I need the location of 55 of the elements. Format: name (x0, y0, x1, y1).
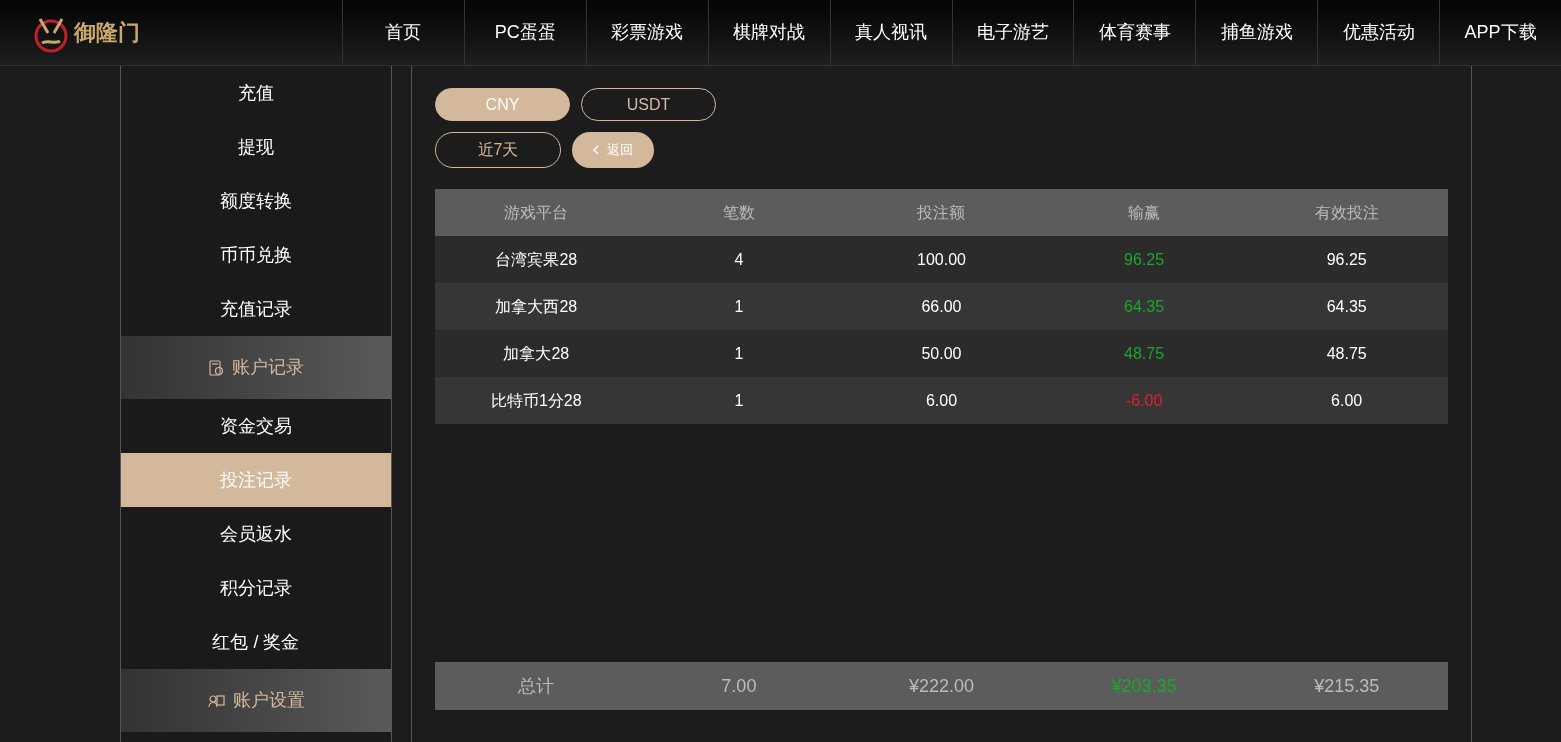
sidebar-item[interactable]: 充值记录 (121, 282, 391, 336)
sidebar-item[interactable]: 额度转换 (121, 174, 391, 228)
sidebar-item[interactable]: 币币兑换 (121, 228, 391, 282)
sidebar-item[interactable]: 充值 (121, 66, 391, 120)
nav-link[interactable]: APP下载 (1439, 0, 1561, 65)
table-cell-text: 6.00 (924, 390, 959, 411)
nav-link[interactable]: 棋牌对战 (707, 0, 830, 65)
total-cell-text: ¥222.00 (907, 674, 975, 698)
sidebar-item[interactable]: 提现 (121, 120, 391, 174)
nav-link[interactable]: 优惠活动 (1317, 0, 1440, 65)
document-icon (208, 359, 224, 376)
table-cell-text: 48.75 (1325, 343, 1368, 364)
nav-link[interactable]: 体育赛事 (1073, 0, 1196, 65)
table-cell-text: 加拿大28 (502, 343, 571, 364)
table-cell-text: 1 (733, 390, 745, 411)
table-cell-text: 66.00 (920, 296, 963, 317)
table-cell-text: 1 (733, 343, 745, 364)
table-cell-text: 6.00 (1330, 390, 1364, 411)
table-cell-text: -6.00 (1124, 390, 1164, 411)
user-card-icon (207, 693, 225, 708)
total-cell-text: ¥203.35 (1110, 674, 1178, 698)
column-header: 投注额 (916, 202, 967, 223)
table-cell-text: 96.25 (1123, 249, 1166, 270)
section-label: 账户记录 (231, 356, 304, 379)
logo-text: 御隆门 (74, 19, 140, 47)
table-cell-text: 64.35 (1325, 296, 1368, 317)
nav-link[interactable]: 捕鱼游戏 (1195, 0, 1318, 65)
table-cell-text: 64.35 (1123, 296, 1166, 317)
column-header: 有效投注 (1313, 202, 1380, 223)
sidebar-item[interactable]: 会员返水 (121, 507, 391, 561)
nav-link[interactable]: 彩票游戏 (585, 0, 708, 65)
section-label: 账户设置 (232, 689, 305, 712)
column-header: 游戏平台 (503, 202, 570, 223)
table-cell-text: 加拿大西28 (494, 296, 579, 317)
total-cell-text: ¥215.35 (1313, 674, 1381, 698)
column-header: 笔数 (721, 202, 756, 223)
table-cell-text: 96.25 (1325, 249, 1368, 270)
table-cell-text: 1 (733, 296, 745, 317)
nav-link[interactable]: 首页 (342, 0, 464, 65)
table-cell-text: 100.00 (916, 249, 967, 270)
sidebar-item[interactable]: 积分记录 (121, 561, 391, 615)
table-cell-text: 50.00 (920, 343, 963, 364)
nav-link[interactable]: PC蛋蛋 (463, 0, 586, 65)
table-cell-text: 4 (733, 249, 745, 270)
sidebar-item[interactable]: 红包 / 奖金 (121, 615, 391, 669)
table-cell-text: 比特币1分28 (489, 390, 583, 411)
table-cell-text: 台湾宾果28 (494, 249, 579, 270)
total-cell-text: 7.00 (720, 674, 758, 698)
total-cell-text: 总计 (517, 674, 556, 698)
chevron-left-icon (593, 145, 599, 155)
nav-link[interactable]: 电子游艺 (951, 0, 1074, 65)
column-header: 输赢 (1127, 202, 1162, 223)
table-cell-text: 48.75 (1123, 343, 1166, 364)
sidebar-item[interactable]: 资金交易 (121, 399, 391, 453)
nav-link[interactable]: 真人视讯 (829, 0, 952, 65)
